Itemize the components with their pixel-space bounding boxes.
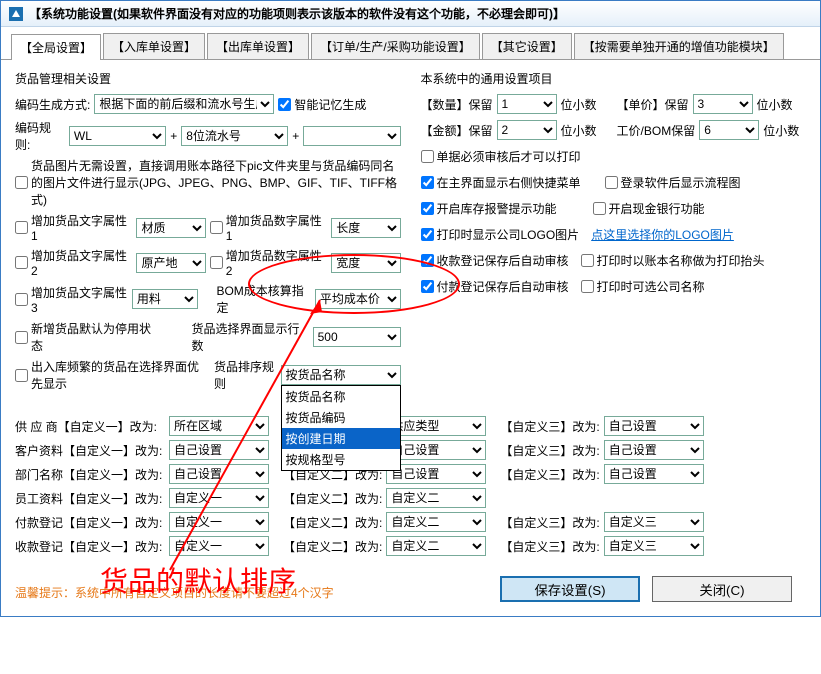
attr-text3-select[interactable]: 用料 — [132, 289, 199, 309]
sort-rule-select[interactable]: 按货品名称 — [281, 365, 401, 385]
chk-stock-warn[interactable]: 开启库存报警提示功能 — [421, 200, 557, 217]
left-section-title: 货品管理相关设置 — [15, 70, 401, 87]
code-rule-prefix[interactable]: WL — [69, 126, 166, 146]
chk-pay-auto[interactable]: 付款登记保存后自动审核 — [421, 278, 569, 295]
emp-c1[interactable]: 自定义一 — [169, 488, 269, 508]
recv-c2[interactable]: 自定义二 — [386, 536, 486, 556]
dept-c2[interactable]: 自己设置 — [386, 464, 486, 484]
price-decimals[interactable]: 3 — [693, 94, 753, 114]
select-rows-label: 货品选择界面显示行数 — [191, 320, 308, 354]
code-gen-label: 编码生成方式: — [15, 96, 90, 113]
attr-text3-checkbox[interactable]: 增加货品文字属性3 — [15, 284, 128, 315]
chk-logo[interactable]: 打印时显示公司LOGO图片 — [421, 226, 580, 243]
close-button[interactable]: 关闭(C) — [652, 576, 792, 602]
supplier-c3[interactable]: 自己设置 — [604, 416, 704, 436]
code-rule-serial[interactable]: 8位流水号 — [181, 126, 288, 146]
chk-shortcut[interactable]: 在主界面显示右侧快捷菜单 — [421, 174, 581, 191]
sort-rule-dropdown-list: 按货品名称 按货品编码 按创建日期 按规格型号 — [281, 385, 401, 471]
qty-decimals[interactable]: 1 — [497, 94, 557, 114]
customer-c3[interactable]: 自己设置 — [604, 440, 704, 460]
window-title: 【系统功能设置(如果软件界面没有对应的功能项则表示该版本的软件没有这个功能，不必… — [29, 5, 565, 22]
attr-text1-select[interactable]: 材质 — [136, 218, 205, 238]
tab-in[interactable]: 【入库单设置】 — [103, 33, 205, 59]
chk-print-head[interactable]: 打印时以账本名称做为打印抬头 — [581, 252, 765, 269]
smart-memory-checkbox[interactable]: 智能记忆生成 — [278, 96, 366, 113]
dept-c1[interactable]: 自己设置 — [169, 464, 269, 484]
bom-cost-label: BOM成本核算指定 — [216, 282, 310, 316]
bom-cost-select[interactable]: 平均成本价 — [315, 289, 401, 309]
window-titlebar: 【系统功能设置(如果软件界面没有对应的功能项则表示该版本的软件没有这个功能，不必… — [1, 1, 820, 27]
select-rows-select[interactable]: 500 — [313, 327, 401, 347]
sort-opt-code[interactable]: 按货品编码 — [282, 407, 400, 428]
pic-note-checkbox[interactable]: 货品图片无需设置，直接调用账本路径下pic文件夹里与货品编码同名 的图片文件进行… — [15, 157, 401, 208]
code-gen-select[interactable]: 根据下面的前后缀和流水号生成编 — [94, 94, 274, 114]
pay-c1[interactable]: 自定义一 — [169, 512, 269, 532]
supplier-c1[interactable]: 所在区域 — [169, 416, 269, 436]
pay-c3[interactable]: 自定义三 — [604, 512, 704, 532]
recv-c3[interactable]: 自定义三 — [604, 536, 704, 556]
sort-opt-spec[interactable]: 按规格型号 — [282, 449, 400, 470]
new-halt-checkbox[interactable]: 新增货品默认为停用状态 — [15, 320, 159, 354]
freq-first-checkbox[interactable]: 出入库频繁的货品在选择界面优先显示 — [15, 358, 206, 392]
save-button[interactable]: 保存设置(S) — [500, 576, 640, 602]
attr-num1-select[interactable]: 长度 — [331, 218, 400, 238]
chk-recv-auto[interactable]: 收款登记保存后自动审核 — [421, 252, 569, 269]
emp-c2[interactable]: 自定义二 — [386, 488, 486, 508]
tab-order[interactable]: 【订单/生产/采购功能设置】 — [311, 33, 480, 59]
chk-print-coname[interactable]: 打印时可选公司名称 — [581, 278, 705, 295]
amount-decimals[interactable]: 2 — [497, 120, 557, 140]
attr-num2-checkbox[interactable]: 增加货品数字属性2 — [210, 247, 327, 278]
attr-text2-checkbox[interactable]: 增加货品文字属性2 — [15, 247, 132, 278]
chk-audit[interactable]: 单据必须审核后才可以打印 — [421, 148, 581, 165]
bom-decimals[interactable]: 6 — [699, 120, 759, 140]
sort-opt-date[interactable]: 按创建日期 — [282, 428, 400, 449]
sort-opt-name[interactable]: 按货品名称 — [282, 386, 400, 407]
code-rule-label: 编码规则: — [15, 119, 65, 153]
chk-cash-bank[interactable]: 开启现金银行功能 — [593, 200, 705, 217]
app-icon — [9, 7, 23, 21]
code-rule-suffix[interactable] — [303, 126, 400, 146]
tab-out[interactable]: 【出库单设置】 — [207, 33, 309, 59]
tab-bar: 【全局设置】 【入库单设置】 【出库单设置】 【订单/生产/采购功能设置】 【其… — [1, 27, 820, 60]
customer-c2[interactable]: 自己设置 — [386, 440, 486, 460]
attr-text2-select[interactable]: 原产地 — [136, 253, 205, 273]
customer-c1[interactable]: 自己设置 — [169, 440, 269, 460]
logo-link[interactable]: 点这里选择你的LOGO图片 — [591, 226, 734, 243]
chk-flow[interactable]: 登录软件后显示流程图 — [605, 174, 741, 191]
attr-num2-select[interactable]: 宽度 — [331, 253, 400, 273]
recv-c1[interactable]: 自定义一 — [169, 536, 269, 556]
tab-other[interactable]: 【其它设置】 — [482, 33, 572, 59]
attr-text1-checkbox[interactable]: 增加货品文字属性1 — [15, 212, 132, 243]
annotation-text: 货品的默认排序 — [100, 560, 296, 600]
tab-global[interactable]: 【全局设置】 — [11, 34, 101, 60]
sort-rule-label: 货品排序规则 — [214, 358, 277, 392]
dept-c3[interactable]: 自己设置 — [604, 464, 704, 484]
tab-addon[interactable]: 【按需要单独开通的增值功能模块】 — [574, 33, 784, 59]
right-section-title: 本系统中的通用设置项目 — [421, 70, 807, 87]
supplier-c2[interactable]: 供应类型 — [386, 416, 486, 436]
pay-c2[interactable]: 自定义二 — [386, 512, 486, 532]
attr-num1-checkbox[interactable]: 增加货品数字属性1 — [210, 212, 327, 243]
